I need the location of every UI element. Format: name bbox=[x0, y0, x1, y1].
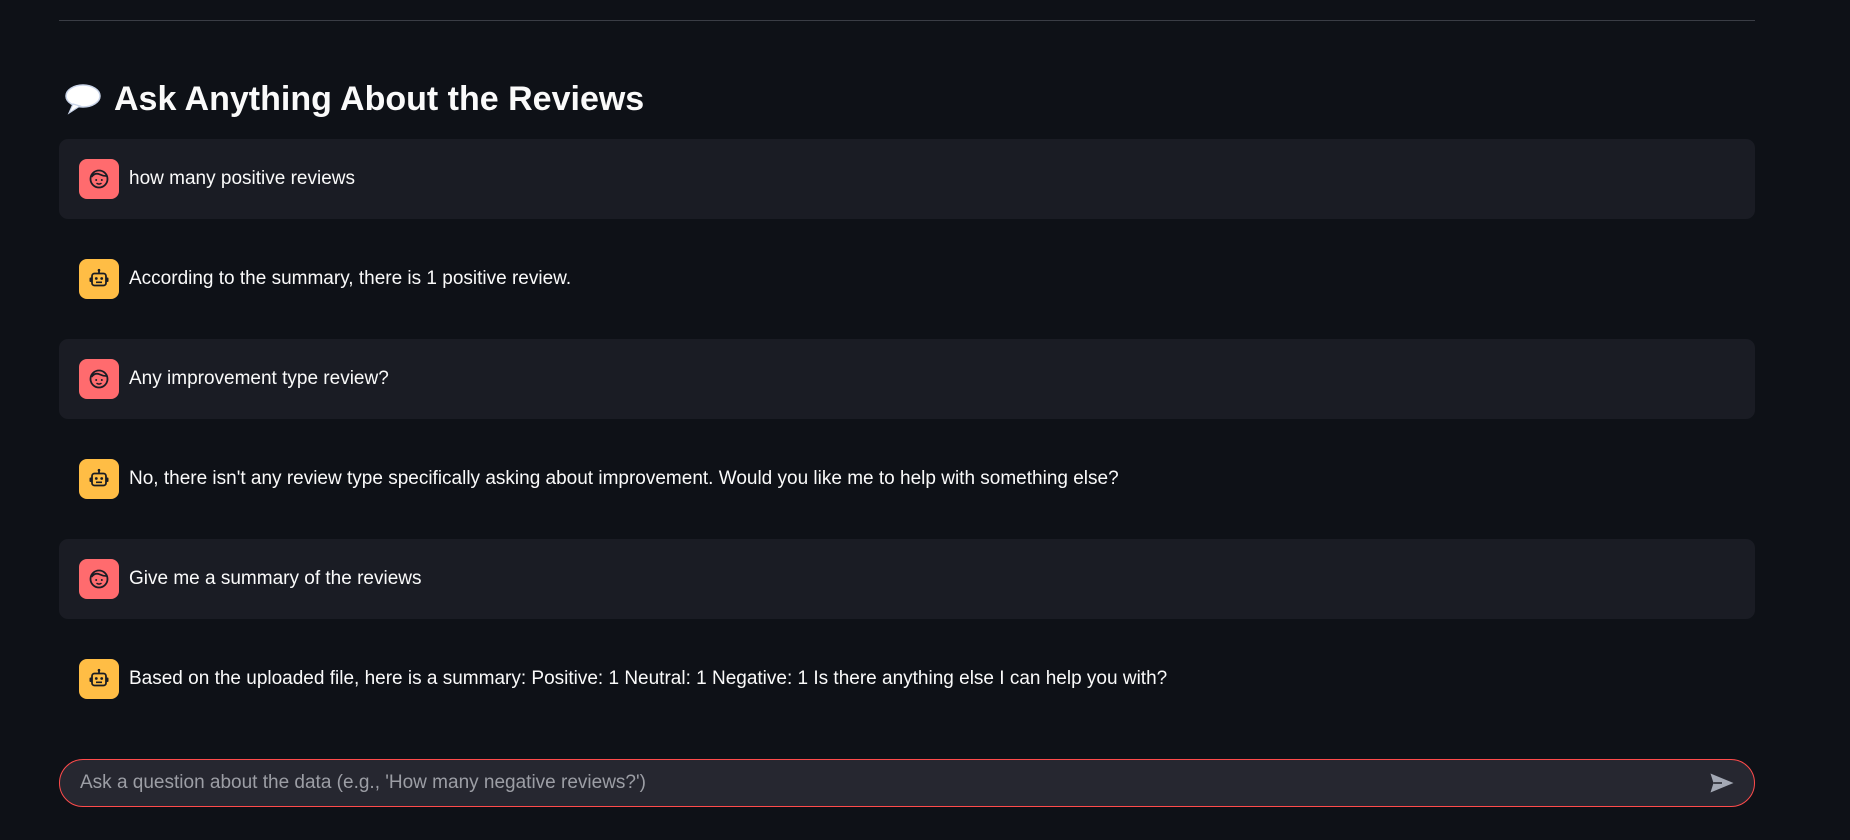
assistant-message: No, there isn't any review type specific… bbox=[59, 439, 1755, 519]
page-title-row: Ask Anything About the Reviews bbox=[64, 74, 644, 124]
message-text: Give me a summary of the reviews bbox=[129, 568, 422, 589]
user-message: Give me a summary of the reviews bbox=[59, 539, 1755, 619]
user-face-icon bbox=[89, 169, 109, 189]
assistant-message: Based on the uploaded file, here is a su… bbox=[59, 639, 1755, 719]
user-face-icon bbox=[89, 569, 109, 589]
chat-history: how many positive reviews According to t… bbox=[59, 139, 1755, 719]
send-arrow-icon bbox=[1710, 773, 1734, 793]
message-text: According to the summary, there is 1 pos… bbox=[129, 268, 572, 289]
user-face-icon bbox=[89, 369, 109, 389]
top-divider bbox=[59, 20, 1755, 21]
speech-balloon-icon bbox=[64, 83, 102, 115]
message-text: No, there isn't any review type specific… bbox=[129, 468, 1119, 489]
assistant-avatar bbox=[79, 459, 119, 499]
robot-icon bbox=[89, 468, 109, 487]
send-button[interactable] bbox=[1698, 760, 1746, 806]
user-avatar bbox=[79, 359, 119, 399]
chat-input[interactable] bbox=[60, 760, 1698, 806]
assistant-avatar bbox=[79, 259, 119, 299]
message-text: Any improvement type review? bbox=[129, 368, 389, 389]
app-page: Ask Anything About the Reviews how many … bbox=[0, 0, 1850, 840]
assistant-avatar bbox=[79, 659, 119, 699]
message-text: Based on the uploaded file, here is a su… bbox=[129, 668, 1168, 689]
robot-icon bbox=[89, 668, 109, 687]
user-avatar bbox=[79, 559, 119, 599]
page-title: Ask Anything About the Reviews bbox=[114, 79, 645, 118]
chat-input-container bbox=[59, 759, 1755, 807]
message-text: how many positive reviews bbox=[129, 168, 355, 189]
robot-icon bbox=[89, 268, 109, 287]
user-message: Any improvement type review? bbox=[59, 339, 1755, 419]
assistant-message: According to the summary, there is 1 pos… bbox=[59, 239, 1755, 319]
user-avatar bbox=[79, 159, 119, 199]
user-message: how many positive reviews bbox=[59, 139, 1755, 219]
